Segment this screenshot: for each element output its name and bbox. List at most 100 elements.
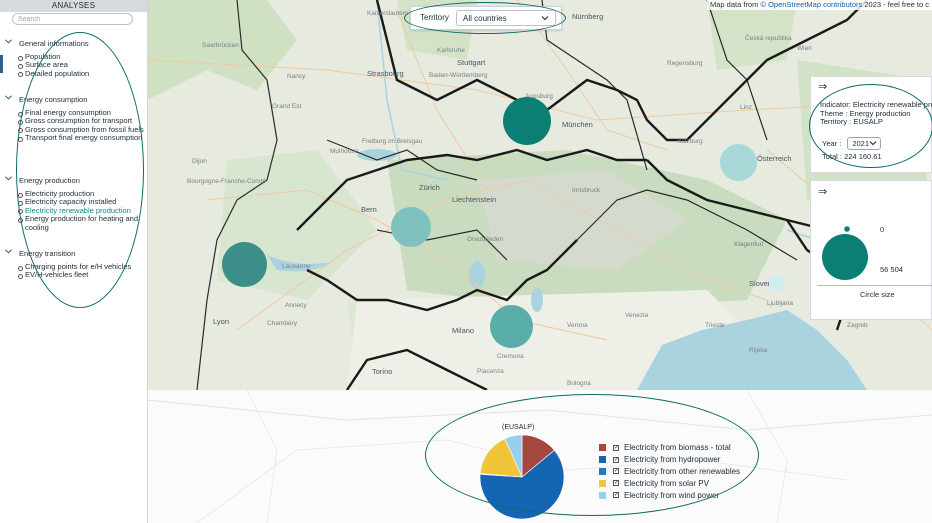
section-title: Energy consumption	[19, 94, 88, 104]
checkbox-icon[interactable]: ✓	[613, 492, 619, 499]
region-bubble-austria[interactable]	[720, 144, 757, 181]
city-label: Bourgogne-Franche-Comté	[187, 178, 267, 185]
city-label: Chambéry	[267, 320, 297, 327]
map-attribution: Map data from © OpenStreetMap contributo…	[707, 0, 932, 10]
region-bubble-switzerland[interactable]	[391, 207, 431, 247]
circle-size-caption: Circle size	[860, 290, 895, 299]
city-label: Salzburg	[677, 138, 703, 145]
checkbox-icon[interactable]: ✓	[613, 468, 619, 475]
city-label: Österreich	[757, 154, 792, 163]
city-label: Česká republika	[745, 35, 792, 42]
section-header-consumption[interactable]: Energy consumption	[5, 94, 147, 104]
section-header-transition[interactable]: Energy transition	[5, 248, 147, 258]
section-energy-production: Energy production Electricity production…	[0, 175, 147, 232]
legend-item[interactable]: ✓ Electricity from biomass - total	[599, 442, 740, 454]
city-label: Graubünden	[467, 236, 504, 243]
section-title: Energy production	[19, 175, 80, 185]
region-bubble-italy[interactable]	[490, 305, 533, 348]
analysis-item-heating-cooling[interactable]: Energy production for heating and coolin…	[18, 215, 147, 232]
chevron-down-icon	[5, 38, 12, 44]
region-bubble-slovenia[interactable]	[769, 275, 785, 291]
section-energy-transition: Energy transition Charging points for e/…	[0, 248, 147, 280]
checkbox-icon[interactable]: ✓	[613, 456, 619, 463]
total-value: Total : 224 160.61	[822, 152, 882, 161]
city-label: Bern	[361, 205, 377, 214]
legend-label: Electricity from wind power	[624, 490, 720, 500]
region-bubble-bavaria[interactable]	[503, 97, 551, 145]
osm-link[interactable]: © OpenStreetMap contributors	[760, 0, 862, 9]
legend-label: Electricity from solar PV	[624, 478, 709, 488]
territory-value: All countries	[463, 14, 507, 23]
city-label: Milano	[452, 326, 475, 335]
city-label: Nancy	[287, 73, 306, 80]
section-header-general[interactable]: General informations	[5, 38, 147, 48]
collapse-arrow-icon[interactable]: ⇒	[818, 80, 827, 93]
section-title: General informations	[19, 38, 89, 48]
legend-swatch	[599, 479, 606, 487]
attribution-suffix: 2023 - feel free to c	[862, 0, 929, 9]
sidebar-title: ANALYSES	[0, 0, 147, 12]
analysis-item-detailed-population[interactable]: Detailed population	[18, 69, 147, 78]
pie-legend: ✓ Electricity from biomass - total ✓ Electr…	[599, 442, 740, 501]
city-label: Grand Est	[272, 103, 302, 110]
chevron-down-icon	[5, 248, 12, 254]
legend-label: Electricity from biomass - total	[624, 443, 731, 453]
circle-size-legend: ⇒ 0 56 504 Circle size	[810, 180, 932, 320]
analysis-item-ev-fleet[interactable]: EV/H-vehicles fleet	[18, 270, 147, 279]
city-label: Strasbourg	[367, 69, 404, 78]
legend-item[interactable]: ✓ Electricity from solar PV	[599, 477, 740, 489]
legend-item[interactable]: ✓ Electricity from wind power	[599, 489, 740, 501]
city-label: Liechtenstein	[452, 195, 497, 204]
year-dropdown[interactable]: 2021	[847, 137, 882, 150]
year-label: Year :	[822, 139, 842, 148]
city-label: Saarbrücken	[202, 42, 239, 49]
city-label: Lyon	[213, 317, 229, 326]
city-label: Linz	[740, 104, 752, 111]
legend-item[interactable]: ✓ Electricity from hydropower	[599, 454, 740, 466]
checkbox-icon[interactable]: ✓	[613, 444, 619, 451]
territory-name: Territory : EUSALP	[820, 117, 883, 126]
year-value: 2021	[852, 139, 870, 148]
indicator-info-panel: ⇒ Indicator: Electricity renewable produ…	[810, 76, 932, 173]
legend-circle-min	[844, 226, 850, 232]
city-label: Zürich	[419, 183, 440, 192]
city-label: Lausanne	[282, 263, 311, 270]
city-label: Ljubljana	[767, 300, 794, 307]
city-label: Piacenza	[477, 368, 504, 375]
year-row: Year : 2021	[822, 137, 882, 150]
search-input[interactable]	[12, 13, 133, 25]
city-label: Verona	[567, 322, 588, 329]
analyses-sidebar: ANALYSES General informations Population…	[0, 0, 148, 523]
chevron-down-icon	[5, 175, 12, 181]
city-label: Trieste	[705, 322, 725, 329]
checkbox-icon[interactable]: ✓	[613, 480, 619, 487]
city-label: Wien	[797, 45, 812, 52]
territory-dropdown[interactable]: All countries	[456, 10, 556, 26]
legend-item[interactable]: ✓ Electricity from other renewables	[599, 466, 740, 478]
divider	[817, 285, 932, 286]
chevron-down-icon	[5, 94, 12, 100]
territory-selector: Territory All countries	[410, 6, 562, 30]
city-label: Torino	[372, 367, 393, 376]
attribution-prefix: Map data from	[710, 0, 761, 9]
city-label: Kaiserslautern	[367, 10, 409, 17]
pie-chart	[479, 434, 565, 520]
analysis-item-transport-final-energy[interactable]: Transport final energy consumption	[18, 133, 147, 142]
region-bubble-france[interactable]	[222, 242, 267, 287]
city-label: Mulhouse	[330, 148, 359, 155]
legend-swatch	[599, 491, 606, 499]
city-label: Cremona	[497, 353, 524, 360]
legend-swatch	[599, 444, 606, 452]
city-label: Karlsruhe	[437, 47, 465, 54]
city-label: Zagreb	[847, 322, 868, 329]
section-title: Energy transition	[19, 248, 76, 258]
indicator-details: Indicator: Electricity renewable produ T…	[820, 100, 932, 127]
chevron-down-icon	[541, 16, 549, 21]
territory-label: Territory	[420, 13, 449, 22]
city-label: Klagenfurt	[734, 241, 764, 248]
legend-swatch	[599, 467, 606, 475]
legend-label: Electricity from other renewables	[624, 466, 741, 476]
city-label: Nürnberg	[572, 12, 604, 21]
city-label: Innsbruck	[572, 187, 601, 194]
section-header-production[interactable]: Energy production	[5, 175, 147, 185]
